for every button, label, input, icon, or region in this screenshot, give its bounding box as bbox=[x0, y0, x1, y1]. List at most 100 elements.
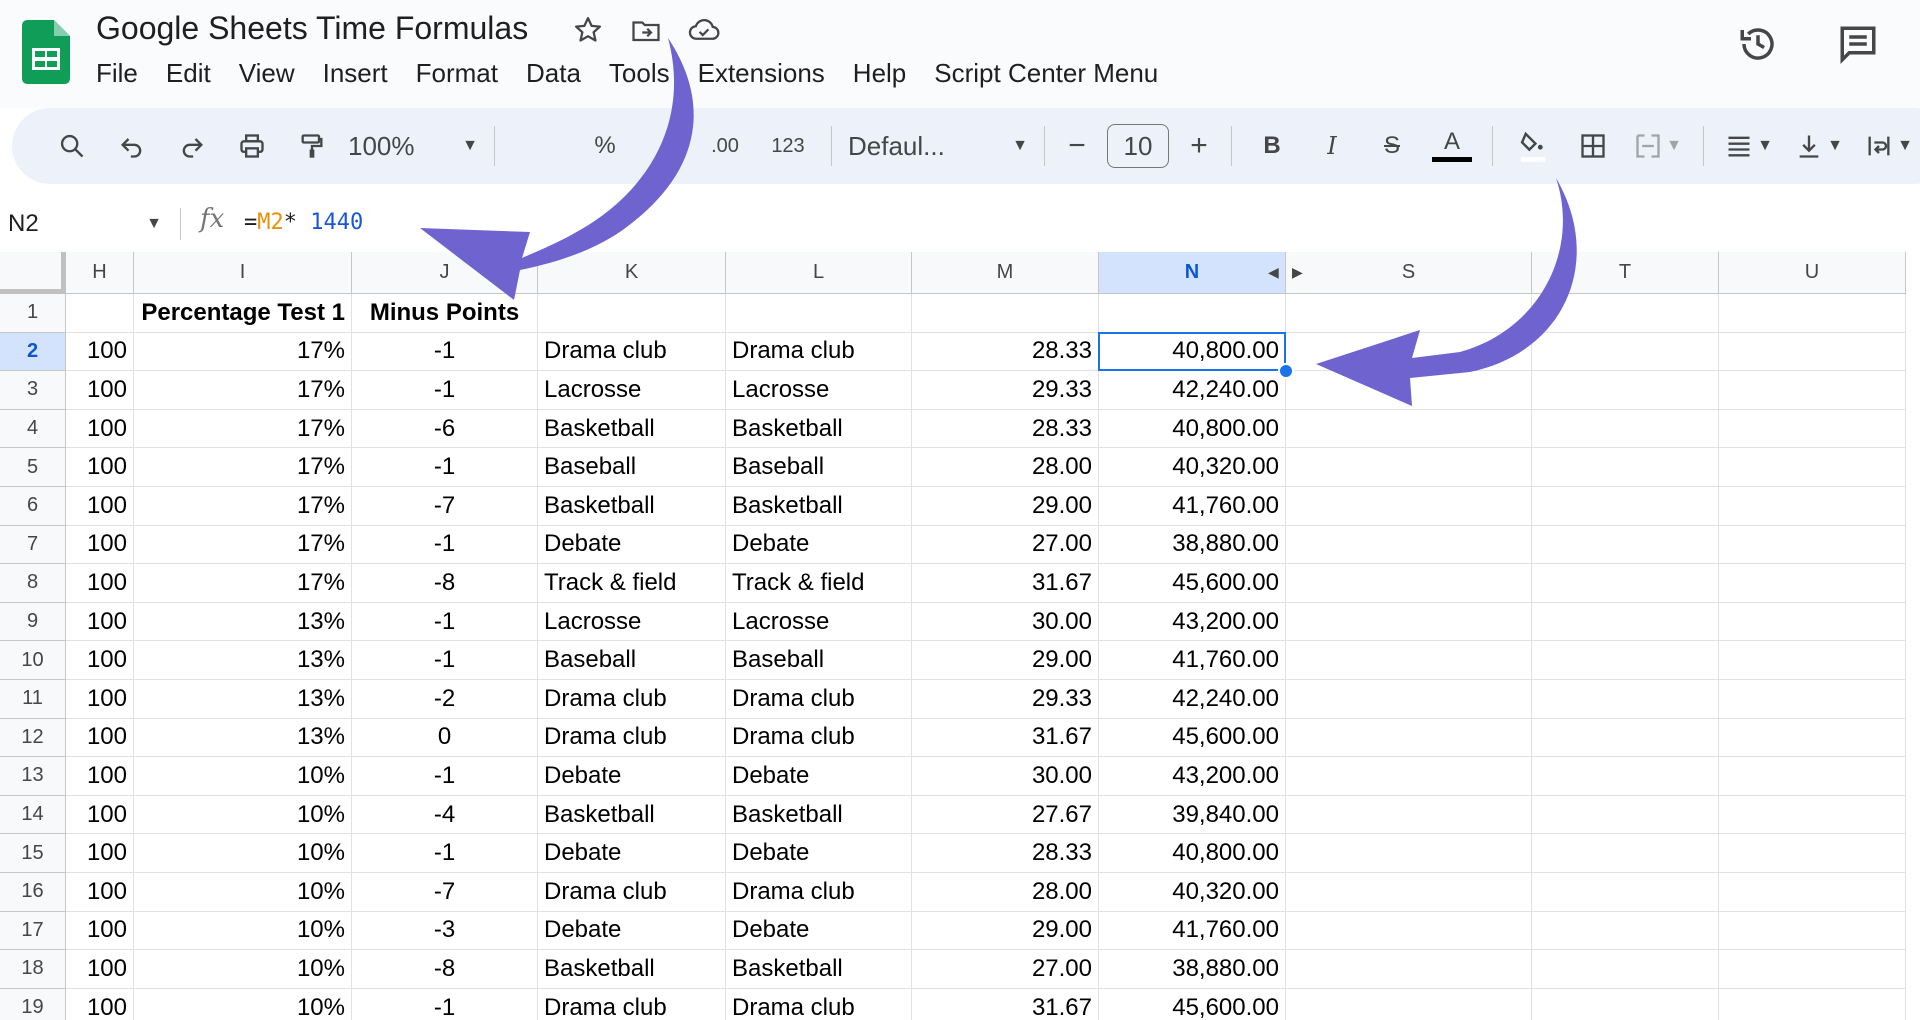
cell-h18[interactable]: 100 bbox=[66, 950, 134, 989]
print-icon[interactable] bbox=[222, 120, 282, 172]
cell-n11[interactable]: 42,240.00 bbox=[1099, 680, 1286, 719]
move-folder-icon[interactable] bbox=[628, 12, 664, 48]
increase-decimal-button[interactable]: .00 bbox=[695, 120, 755, 172]
cell-i6[interactable]: 17% bbox=[134, 487, 352, 526]
menu-format[interactable]: Format bbox=[402, 58, 512, 89]
cell-h17[interactable]: 100 bbox=[66, 911, 134, 951]
font-family-select[interactable]: Defaul... ▼ bbox=[842, 120, 1034, 172]
cell-u6[interactable] bbox=[1719, 487, 1906, 526]
select-all-corner[interactable] bbox=[0, 252, 66, 294]
cell-u18[interactable] bbox=[1719, 950, 1906, 989]
column-header-h[interactable]: H bbox=[66, 252, 134, 294]
cell-h9[interactable]: 100 bbox=[66, 602, 134, 642]
cell-m4[interactable]: 28.33 bbox=[912, 409, 1099, 449]
cell-m12[interactable]: 31.67 bbox=[912, 718, 1099, 758]
column-header-i[interactable]: I bbox=[134, 252, 352, 294]
borders-icon[interactable] bbox=[1563, 120, 1623, 172]
cell-n1[interactable] bbox=[1099, 294, 1286, 333]
text-color-button[interactable]: A bbox=[1422, 120, 1482, 172]
cell-m10[interactable]: 29.00 bbox=[912, 641, 1099, 680]
cell-s7[interactable] bbox=[1286, 525, 1532, 565]
cell-t14[interactable] bbox=[1532, 795, 1719, 835]
cell-t5[interactable] bbox=[1532, 448, 1719, 487]
cell-s18[interactable] bbox=[1286, 950, 1532, 989]
cell-i10[interactable]: 13% bbox=[134, 641, 352, 680]
cell-l18[interactable]: Basketball bbox=[726, 950, 912, 989]
cell-h14[interactable]: 100 bbox=[66, 795, 134, 835]
cell-u7[interactable] bbox=[1719, 525, 1906, 565]
cell-m19[interactable]: 31.67 bbox=[912, 988, 1099, 1020]
cell-l5[interactable]: Baseball bbox=[726, 448, 912, 487]
cell-k13[interactable]: Debate bbox=[538, 757, 726, 796]
cloud-saved-icon[interactable] bbox=[686, 12, 722, 48]
cell-u13[interactable] bbox=[1719, 757, 1906, 796]
row-header-10[interactable]: 10 bbox=[0, 641, 66, 680]
row-header-6[interactable]: 6 bbox=[0, 487, 66, 526]
cell-u2[interactable] bbox=[1719, 332, 1906, 372]
row-header-17[interactable]: 17 bbox=[0, 911, 66, 951]
cell-u15[interactable] bbox=[1719, 834, 1906, 873]
cell-t7[interactable] bbox=[1532, 525, 1719, 565]
cell-s8[interactable] bbox=[1286, 564, 1532, 603]
strikethrough-button[interactable]: S bbox=[1362, 120, 1422, 172]
cell-m6[interactable]: 29.00 bbox=[912, 487, 1099, 526]
currency-button[interactable] bbox=[505, 120, 575, 172]
cell-i8[interactable]: 17% bbox=[134, 564, 352, 603]
column-header-t[interactable]: T bbox=[1532, 252, 1719, 294]
cell-l14[interactable]: Basketball bbox=[726, 795, 912, 835]
cell-s15[interactable] bbox=[1286, 834, 1532, 873]
cell-l4[interactable]: Basketball bbox=[726, 409, 912, 449]
hidden-columns-right-icon[interactable]: ▶ bbox=[1292, 264, 1303, 281]
row-header-12[interactable]: 12 bbox=[0, 718, 66, 758]
cell-t3[interactable] bbox=[1532, 371, 1719, 410]
cell-t1[interactable] bbox=[1532, 294, 1719, 333]
cell-l16[interactable]: Drama club bbox=[726, 873, 912, 912]
cell-s3[interactable] bbox=[1286, 371, 1532, 410]
cell-m15[interactable]: 28.33 bbox=[912, 834, 1099, 873]
cell-s11[interactable] bbox=[1286, 680, 1532, 719]
bold-button[interactable]: B bbox=[1242, 120, 1302, 172]
cell-n4[interactable]: 40,800.00 bbox=[1099, 409, 1286, 449]
cell-j16[interactable]: -7 bbox=[352, 873, 538, 912]
cell-n9[interactable]: 43,200.00 bbox=[1099, 602, 1286, 642]
cell-u12[interactable] bbox=[1719, 718, 1906, 758]
cell-u11[interactable] bbox=[1719, 680, 1906, 719]
column-header-j[interactable]: J bbox=[352, 252, 538, 294]
number-format-button[interactable]: 123 bbox=[755, 120, 821, 172]
cell-h2[interactable]: 100 bbox=[66, 332, 134, 372]
column-header-n[interactable]: N bbox=[1099, 252, 1286, 294]
cell-i16[interactable]: 10% bbox=[134, 873, 352, 912]
cell-i3[interactable]: 17% bbox=[134, 371, 352, 410]
cell-n8[interactable]: 45,600.00 bbox=[1099, 564, 1286, 603]
cell-h10[interactable]: 100 bbox=[66, 641, 134, 680]
cell-k12[interactable]: Drama club bbox=[538, 718, 726, 758]
cell-h16[interactable]: 100 bbox=[66, 873, 134, 912]
cell-j17[interactable]: -3 bbox=[352, 911, 538, 951]
cell-u4[interactable] bbox=[1719, 409, 1906, 449]
row-header-16[interactable]: 16 bbox=[0, 873, 66, 912]
cell-k16[interactable]: Drama club bbox=[538, 873, 726, 912]
cell-s10[interactable] bbox=[1286, 641, 1532, 680]
row-header-2[interactable]: 2 bbox=[0, 332, 66, 372]
cell-k19[interactable]: Drama club bbox=[538, 988, 726, 1020]
cell-t13[interactable] bbox=[1532, 757, 1719, 796]
cell-h5[interactable]: 100 bbox=[66, 448, 134, 487]
cell-s4[interactable] bbox=[1286, 409, 1532, 449]
cell-n16[interactable]: 40,320.00 bbox=[1099, 873, 1286, 912]
merge-cells-icon[interactable]: ▼ bbox=[1623, 120, 1693, 172]
row-header-15[interactable]: 15 bbox=[0, 834, 66, 873]
cell-s9[interactable] bbox=[1286, 602, 1532, 642]
cell-j12[interactable]: 0 bbox=[352, 718, 538, 758]
font-size-input[interactable]: 10 bbox=[1107, 124, 1169, 168]
cell-m17[interactable]: 29.00 bbox=[912, 911, 1099, 951]
cell-n2[interactable]: 40,800.00 bbox=[1099, 332, 1286, 372]
cell-t6[interactable] bbox=[1532, 487, 1719, 526]
cell-m13[interactable]: 30.00 bbox=[912, 757, 1099, 796]
horizontal-align-icon[interactable]: ▼ bbox=[1714, 120, 1784, 172]
cell-u3[interactable] bbox=[1719, 371, 1906, 410]
cell-j5[interactable]: -1 bbox=[352, 448, 538, 487]
cell-l1[interactable] bbox=[726, 294, 912, 333]
cell-j8[interactable]: -8 bbox=[352, 564, 538, 603]
row-header-4[interactable]: 4 bbox=[0, 409, 66, 449]
cell-m3[interactable]: 29.33 bbox=[912, 371, 1099, 410]
